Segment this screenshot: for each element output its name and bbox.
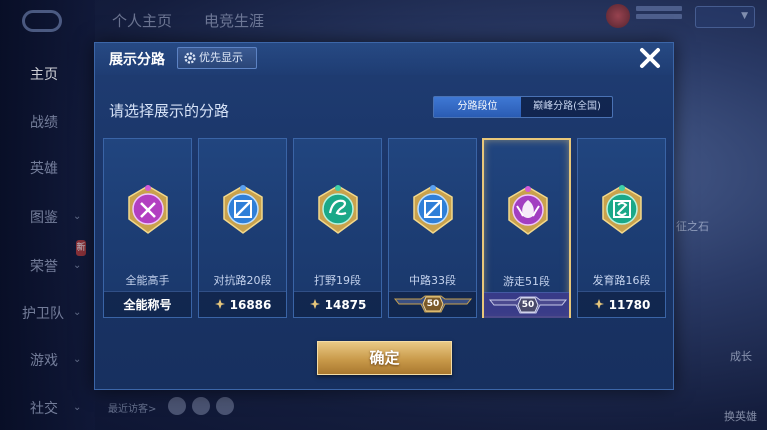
close-icon: [640, 48, 660, 68]
back-icon[interactable]: [22, 10, 62, 32]
sidebar-item-heroes[interactable]: 英雄: [0, 158, 90, 178]
card-footer: 50: [389, 291, 476, 317]
gear-icon: [184, 52, 196, 64]
tab-profile[interactable]: 个人主页: [112, 10, 172, 31]
right-tag-stone[interactable]: 征之石: [676, 218, 709, 234]
card-footer: 11780: [578, 291, 665, 317]
score-value: 16886: [229, 298, 272, 312]
tab-peak-lane[interactable]: 巅峰分路(全国): [522, 97, 612, 117]
card-label: 打野19段: [314, 274, 361, 287]
card-label: 游走51段: [503, 275, 550, 288]
show-lane-dialog: 展示分路 优先显示 请选择展示的分路 分路段位 巅峰分路(全国) 全能高手 全能…: [94, 42, 674, 390]
dialog-title: 展示分路: [109, 52, 165, 68]
chevron-down-icon: ⌄: [73, 354, 82, 365]
lane-card-all-round[interactable]: 全能高手 全能称号: [103, 138, 192, 318]
currency-bars: [636, 6, 682, 26]
new-badge: 新: [76, 240, 86, 256]
chevron-down-icon: ⌄: [73, 307, 82, 318]
priority-display-label: 优先显示: [199, 51, 243, 64]
card-footer: 全能称号: [104, 291, 191, 317]
sidebar-item-record[interactable]: 战绩: [0, 112, 90, 132]
priority-display-button[interactable]: 优先显示: [177, 47, 257, 69]
all-round-title: 全能称号: [123, 298, 172, 312]
card-footer: 50: [484, 292, 569, 318]
right-tag-growth[interactable]: 成长: [730, 348, 752, 364]
card-label: 全能高手: [125, 274, 170, 287]
lane-card-support[interactable]: 游走51段 50: [482, 138, 571, 318]
recent-visitors-label[interactable]: 最近访客>: [108, 400, 156, 415]
top-lane-emblem-icon: [223, 185, 263, 234]
card-label: 发育路16段: [592, 274, 651, 287]
lane-card-top[interactable]: 对抗路20段 16886: [198, 138, 287, 318]
rank-number: 50: [426, 299, 440, 309]
chevron-down-icon: ⌄: [73, 211, 82, 222]
card-label: 中路33段: [409, 274, 456, 287]
avatar[interactable]: [192, 397, 210, 415]
tab-lane-rank[interactable]: 分路段位: [434, 97, 521, 117]
tab-esports-career[interactable]: 电竞生涯: [204, 10, 264, 31]
card-footer: 16886: [199, 291, 286, 317]
mid-lane-emblem-icon: [413, 185, 453, 234]
segment-tabs: 分路段位 巅峰分路(全国): [433, 96, 613, 118]
right-tag-switch-hero[interactable]: 换英雄: [724, 408, 757, 424]
chevron-down-icon: ⌄: [73, 402, 82, 413]
avatar[interactable]: [168, 397, 186, 415]
lane-card-jungle[interactable]: 打野19段 14875: [293, 138, 382, 318]
jungle-emblem-icon: [318, 185, 358, 234]
all-round-emblem-icon: [128, 185, 168, 234]
dialog-subtitle: 请选择展示的分路: [109, 102, 230, 120]
notification-icon[interactable]: [606, 4, 630, 28]
lane-card-farm[interactable]: 发育路16段 11780: [577, 138, 666, 318]
lane-card-mid[interactable]: 中路33段 50: [388, 138, 477, 318]
rank-number: 50: [521, 300, 535, 310]
farm-lane-emblem-icon: [602, 185, 642, 234]
card-label: 对抗路20段: [213, 274, 272, 287]
score-icon: [214, 299, 225, 309]
rank-plate: 50: [488, 296, 568, 314]
rank-plate: 50: [393, 295, 473, 313]
score-icon: [593, 299, 604, 309]
top-right-dropdown[interactable]: ​ ▼: [695, 6, 755, 28]
card-footer: 14875: [294, 291, 381, 317]
chevron-down-icon: ▼: [741, 11, 748, 21]
support-emblem-icon: [508, 186, 548, 235]
score-icon: [309, 299, 320, 309]
score-value: 11780: [608, 298, 651, 312]
confirm-button[interactable]: 确定: [317, 341, 452, 375]
chevron-down-icon: ⌄: [73, 260, 82, 271]
sidebar-item-home[interactable]: 主页: [0, 64, 90, 84]
avatar[interactable]: [216, 397, 234, 415]
score-value: 14875: [324, 298, 367, 312]
close-button[interactable]: [635, 45, 665, 73]
